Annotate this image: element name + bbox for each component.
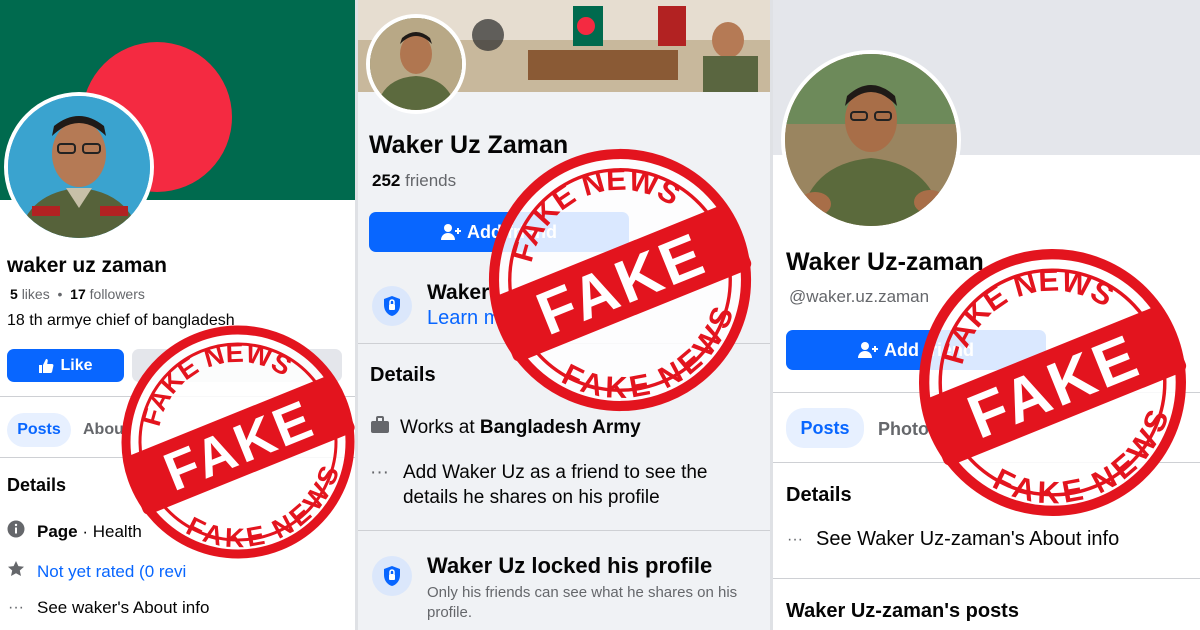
page-stats: 5 likes • 17 followers <box>10 286 145 302</box>
detail-rating[interactable]: Not yet rated (0 revi <box>7 560 186 583</box>
thumbs-up-icon <box>39 358 54 373</box>
detail-page-category: Page · Health <box>7 520 142 543</box>
tab-photos[interactable]: Photos <box>878 419 939 440</box>
profile-panel-1: waker uz zaman 5 likes • 17 followers 18… <box>0 0 355 630</box>
rating-text: Not yet rated (0 revi <box>37 561 187 581</box>
page-type: Page <box>37 521 78 541</box>
add-person-icon <box>441 224 461 240</box>
detail-about-link[interactable]: ··· See Waker Uz-zaman's About info <box>786 528 1119 551</box>
likes-count: 5 <box>10 286 18 302</box>
likes-label[interactable]: likes <box>22 286 50 302</box>
detail-workplace: Works at Bangladesh Army <box>370 416 641 439</box>
works-prefix: Works at <box>400 416 480 438</box>
lock-notice-title: Waker <box>427 281 490 304</box>
add-friend-label: Add friend <box>467 221 557 242</box>
followers-label[interactable]: followers <box>90 286 145 302</box>
briefcase-icon <box>370 416 389 439</box>
friends-number: 252 <box>372 171 401 190</box>
profile-handle: @waker.uz.zaman <box>789 287 930 306</box>
divider <box>0 396 355 397</box>
lock-shield-icon <box>372 556 412 596</box>
add-friend-button[interactable]: Add friend <box>369 212 629 252</box>
avatar[interactable] <box>4 92 154 242</box>
detail-friend-note: ··· Add Waker Uz as a friend to see the … <box>370 460 750 510</box>
like-button[interactable]: Like <box>7 349 124 382</box>
avatar-portrait <box>8 96 150 238</box>
locked-profile-subtitle: Only his friends can see what he shares … <box>427 584 738 621</box>
tab-about[interactable]: About <box>83 421 129 439</box>
profile-name: Waker Uz-zaman <box>786 248 984 276</box>
about-link-text: See Waker Uz-zaman's About info <box>816 528 1120 550</box>
star-icon <box>7 560 25 583</box>
works-org[interactable]: Bangladesh Army <box>480 417 641 438</box>
friends-count[interactable]: 252 friends <box>372 171 456 191</box>
followers-count: 17 <box>70 286 86 302</box>
about-link-text: See waker's About info <box>37 598 210 617</box>
lock-shield-icon <box>372 286 412 326</box>
posts-heading: Waker Uz-zaman's posts <box>786 600 1019 622</box>
tab-posts[interactable]: Posts <box>7 413 71 447</box>
page-name: waker uz zaman <box>7 254 167 277</box>
details-heading: Details <box>786 484 852 506</box>
add-friend-button[interactable]: Add friend <box>786 330 1046 370</box>
more-dots-icon: ··· <box>787 530 803 548</box>
avatar-portrait <box>370 18 462 110</box>
divider <box>773 578 1200 579</box>
details-heading: Details <box>7 475 67 495</box>
profile-name: Waker Uz Zaman <box>369 131 569 159</box>
message-button[interactable] <box>132 349 342 382</box>
info-icon <box>7 520 25 543</box>
add-friend-label: Add friend <box>884 339 974 360</box>
divider <box>358 343 770 344</box>
stats-separator: • <box>57 286 63 302</box>
profile-panel-2: Waker Uz Zaman 252 friends Add friend Wa… <box>358 0 770 630</box>
avatar[interactable] <box>781 50 961 230</box>
divider <box>773 392 1200 393</box>
more-dots-icon: ··· <box>8 599 24 616</box>
avatar[interactable] <box>366 14 466 114</box>
divider <box>773 462 1200 463</box>
page-category: · Health <box>77 521 142 541</box>
like-label: Like <box>60 356 93 374</box>
profile-panel-3: Waker Uz-zaman @waker.uz.zaman Add frien… <box>773 0 1200 630</box>
details-heading: Details <box>370 364 436 386</box>
learn-more-link[interactable]: Learn m <box>427 307 500 330</box>
detail-about-link[interactable]: ··· See waker's About info <box>7 598 209 618</box>
locked-profile-title: Waker Uz locked his profile <box>427 553 713 578</box>
page-bio: 18 th armye chief of bangladesh <box>7 312 235 329</box>
friend-note-text: Add Waker Uz as a friend to see the deta… <box>402 462 708 508</box>
more-dots-icon: ··· <box>370 462 389 483</box>
tab-posts[interactable]: Posts <box>786 408 864 448</box>
avatar-portrait <box>785 54 957 226</box>
add-person-icon <box>858 342 878 358</box>
divider <box>0 457 355 458</box>
friends-label: friends <box>405 171 457 190</box>
divider <box>358 530 770 531</box>
